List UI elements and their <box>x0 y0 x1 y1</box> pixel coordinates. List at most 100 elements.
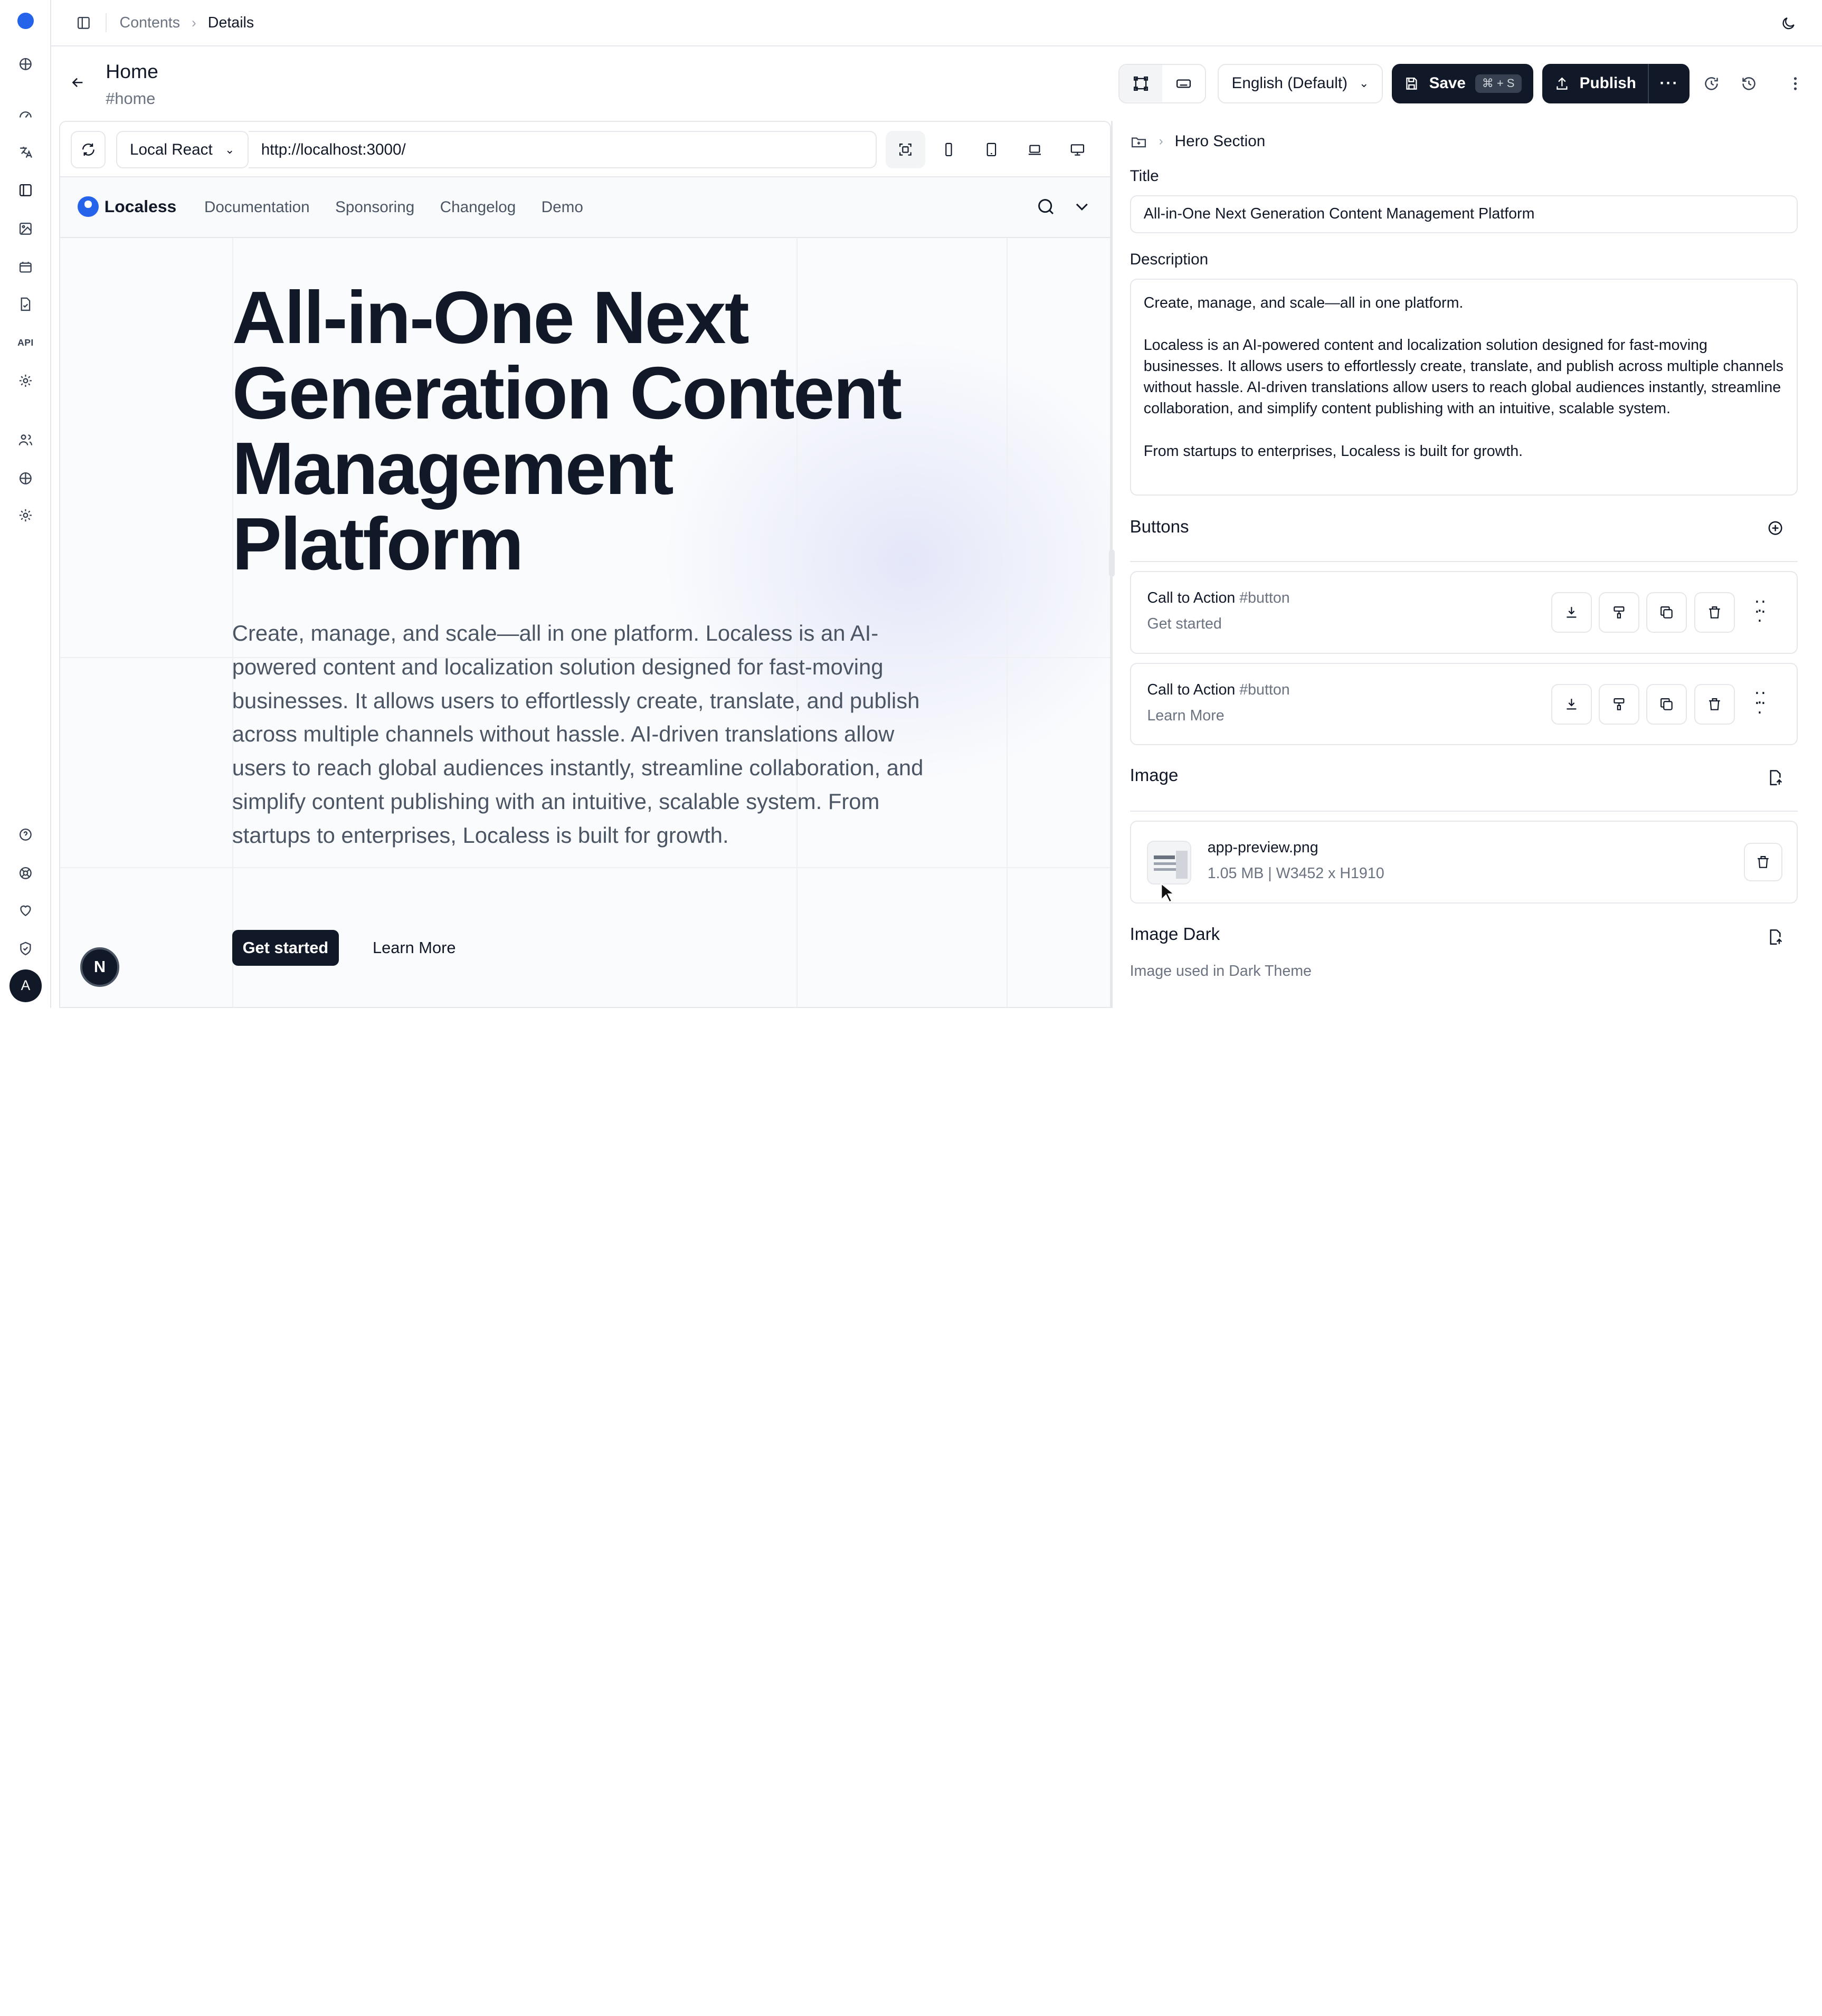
drag-handle-icon[interactable]: ⁚⁚ ⁚ <box>1754 690 1766 716</box>
mouse-cursor-icon <box>1160 882 1174 903</box>
support-icon[interactable] <box>14 861 37 885</box>
header-actions: English (Default) ⌄ Save ⌘ + S Publish ·… <box>1118 63 1810 103</box>
framework-select[interactable]: Local React ⌄ <box>116 131 249 168</box>
breadcrumb-details: Details <box>207 14 254 31</box>
site-nav-changelog[interactable]: Changelog <box>440 198 516 216</box>
button-item-value: Get started <box>1147 615 1222 632</box>
admin-settings-icon[interactable] <box>14 504 37 527</box>
site-nav-documentation[interactable]: Documentation <box>204 198 310 216</box>
delete-icon[interactable] <box>1744 842 1782 881</box>
add-circle-icon[interactable] <box>1765 518 1786 539</box>
api-icon[interactable]: API <box>14 331 37 354</box>
save-label: Save <box>1429 74 1466 92</box>
image-meta: 1.05 MB | W3452 x H1910 <box>1207 864 1384 882</box>
help-icon[interactable] <box>14 823 37 847</box>
page-header: Home #home English (Default) ⌄ Save ⌘ + … <box>51 47 1822 119</box>
insert-below-icon[interactable] <box>1551 592 1592 633</box>
assets-icon[interactable] <box>14 217 37 240</box>
paste-style-icon[interactable] <box>1599 683 1640 725</box>
editor-panel: › Hero Section Title All-in-One Next Gen… <box>1114 121 1822 1008</box>
hero-description: Create, manage, and scale—all in one pla… <box>232 620 924 848</box>
nextjs-badge-icon[interactable]: N <box>80 947 120 987</box>
description-textarea[interactable]: Create, manage, and scale—all in one pla… <box>1130 278 1798 496</box>
duplicate-icon[interactable] <box>1646 683 1687 725</box>
history-icon[interactable] <box>1734 69 1764 99</box>
delete-icon[interactable] <box>1694 592 1735 633</box>
top-bar: Contents › Details <box>51 0 1822 46</box>
button-item-card[interactable]: Call to Action #button Learn More ⁚⁚ ⁚ <box>1130 663 1798 746</box>
app-root: API A Contents › Details Home #home Engl… <box>0 0 1822 1008</box>
get-started-button[interactable]: Get started <box>232 929 339 966</box>
publish-more-button[interactable]: ··· <box>1647 63 1690 103</box>
logo-icon[interactable] <box>14 9 37 33</box>
title-input[interactable]: All-in-One Next Generation Content Manag… <box>1130 195 1798 234</box>
image-filename: app-preview.png <box>1207 839 1318 857</box>
sidebar-rail: API A <box>0 0 51 1008</box>
language-select[interactable]: English (Default) ⌄ <box>1218 63 1383 103</box>
site-brand: Localess <box>104 196 177 216</box>
drag-handle-icon[interactable]: ⁚⁚ ⁚ <box>1754 599 1766 624</box>
phone-icon[interactable] <box>929 131 969 168</box>
sidebar-toggle-icon[interactable] <box>74 13 93 32</box>
button-item-card[interactable]: Call to Action #button Get started ⁚⁚ ⁚ <box>1130 571 1798 654</box>
buttons-heading: Buttons <box>1130 516 1189 536</box>
more-vertical-icon[interactable] <box>1780 69 1810 99</box>
contents-icon[interactable] <box>14 179 37 202</box>
search-icon[interactable] <box>1036 196 1057 217</box>
button-item-title: Call to Action #button <box>1147 681 1289 699</box>
insert-below-icon[interactable] <box>1551 683 1592 725</box>
users-icon[interactable] <box>14 429 37 452</box>
language-value: English (Default) <box>1231 74 1347 92</box>
item-actions <box>1551 683 1735 725</box>
item-schema-name: Call to Action <box>1147 589 1236 607</box>
divider <box>1130 560 1798 562</box>
settings-icon[interactable] <box>14 369 37 393</box>
page-title: Home <box>106 60 158 83</box>
publish-label: Publish <box>1579 74 1636 92</box>
file-upload-icon[interactable] <box>1765 767 1786 788</box>
save-button[interactable]: Save ⌘ + S <box>1392 63 1533 103</box>
save-shortcut: ⌘ + S <box>1475 74 1522 93</box>
fit-icon[interactable] <box>886 131 926 168</box>
theme-toggle-icon[interactable] <box>1778 13 1799 34</box>
site-nav-demo[interactable]: Demo <box>542 198 583 216</box>
visual-editor-icon[interactable] <box>1119 64 1162 102</box>
publish-button[interactable]: Publish <box>1542 63 1648 103</box>
description-label: Description <box>1130 251 1209 269</box>
divider <box>106 13 107 32</box>
avatar[interactable]: A <box>9 969 42 1002</box>
back-arrow-icon[interactable] <box>68 72 89 93</box>
file-upload-icon[interactable] <box>1765 927 1786 948</box>
laptop-icon[interactable] <box>1015 131 1055 168</box>
grid-line <box>1007 237 1008 1007</box>
grid-line <box>60 867 1111 869</box>
learn-more-link[interactable]: Learn More <box>373 930 456 966</box>
sponsor-icon[interactable] <box>14 899 37 922</box>
refresh-icon[interactable] <box>70 131 106 168</box>
breadcrumb-contents[interactable]: Contents <box>120 14 180 32</box>
org-spaces-icon[interactable] <box>14 467 37 490</box>
translations-icon[interactable] <box>14 140 37 164</box>
privacy-icon[interactable] <box>14 937 37 960</box>
item-schema-tag: #button <box>1239 589 1290 607</box>
image-asset-card[interactable]: app-preview.png 1.05 MB | W3452 x H1910 <box>1130 821 1798 904</box>
site-logo[interactable]: Localess <box>78 196 176 217</box>
sync-icon[interactable] <box>1696 69 1726 99</box>
url-input[interactable]: http://localhost:3000/ <box>248 131 877 168</box>
image-dark-heading: Image Dark <box>1130 924 1220 944</box>
form-editor-icon[interactable] <box>1162 65 1205 102</box>
folder-icon[interactable] <box>1130 133 1147 150</box>
tasks-icon[interactable] <box>14 292 37 316</box>
chevron-down-icon[interactable] <box>1071 196 1093 217</box>
button-item-title: Call to Action #button <box>1147 589 1289 607</box>
dashboard-icon[interactable] <box>14 103 37 127</box>
paste-style-icon[interactable] <box>1599 592 1640 633</box>
site-nav-sponsoring[interactable]: Sponsoring <box>335 198 414 216</box>
delete-icon[interactable] <box>1694 683 1735 725</box>
spaces-icon[interactable] <box>14 52 37 75</box>
schemas-icon[interactable] <box>14 255 37 279</box>
preview-url-bar: Local React ⌄ http://localhost:3000/ <box>60 121 1111 178</box>
desktop-icon[interactable] <box>1058 131 1097 168</box>
tablet-icon[interactable] <box>972 131 1011 168</box>
duplicate-icon[interactable] <box>1646 592 1687 633</box>
